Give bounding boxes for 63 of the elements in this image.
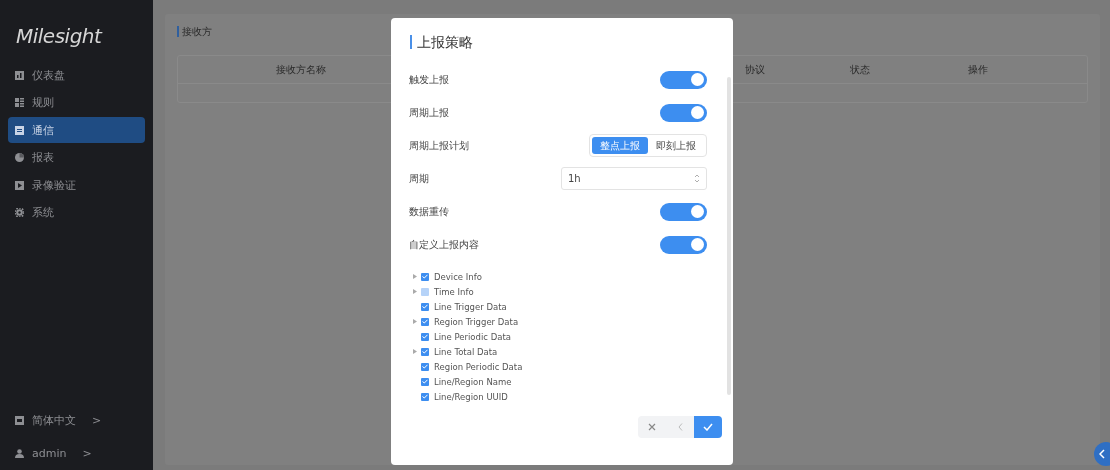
menu-item[interactable]: admin > xyxy=(8,440,145,467)
field-label: 触发上报 xyxy=(409,72,449,87)
column-header: 接收方名称 xyxy=(274,62,327,77)
nav-item[interactable]: 规则 xyxy=(8,89,145,116)
tree-item-label: Line Trigger Data xyxy=(434,301,507,312)
column-header: 操作 xyxy=(968,62,989,77)
nav-item[interactable]: 系统 xyxy=(8,199,145,226)
toggle-switch[interactable] xyxy=(660,202,707,221)
logo: Milesight xyxy=(15,23,104,50)
column-header: 协议 xyxy=(745,62,766,77)
nav-item[interactable]: 仪表盘 xyxy=(8,62,145,88)
chevron-left-icon xyxy=(1099,449,1105,459)
tree-item-label: Line Total Data xyxy=(434,346,498,357)
tree-item-label: Region Periodic Data xyxy=(434,361,523,372)
caret-icon[interactable] xyxy=(413,319,417,324)
dialog-title: 上报策略 xyxy=(410,35,733,49)
tree-item-label: Device Info xyxy=(434,271,482,282)
toggle-switch[interactable] xyxy=(660,103,707,122)
nav-item[interactable]: 通信 xyxy=(8,117,145,143)
toggle-switch[interactable] xyxy=(660,235,707,254)
language-icon xyxy=(15,415,24,425)
toggle-switch[interactable] xyxy=(660,70,707,89)
tree-item-label: Region Trigger Data xyxy=(434,316,519,327)
chevron-left-icon xyxy=(677,423,683,431)
checkbox[interactable] xyxy=(421,332,429,341)
user-icon xyxy=(15,449,24,458)
column-header: 状态 xyxy=(850,62,871,77)
card-icon xyxy=(15,125,24,135)
checkbox[interactable] xyxy=(421,362,429,371)
nav-item[interactable]: 报表 xyxy=(8,144,145,171)
field-label: 周期上报 xyxy=(409,105,449,120)
caret-icon[interactable] xyxy=(413,289,417,294)
field-label: 周期 xyxy=(409,171,429,186)
checkbox[interactable] xyxy=(421,317,429,326)
checkmark-icon xyxy=(703,423,713,431)
tree-item-label: Line/Region UUID xyxy=(434,391,508,402)
caret-icon[interactable] xyxy=(413,349,417,354)
chart-icon xyxy=(15,70,24,80)
field-label: 自定义上报内容 xyxy=(409,237,479,252)
segment-option[interactable]: 即刻上报 xyxy=(648,137,704,154)
caret-icon[interactable] xyxy=(413,274,417,279)
tree-item-label: Line Periodic Data xyxy=(434,331,511,342)
settings-icon xyxy=(15,208,24,217)
segment-option[interactable]: 整点上报 xyxy=(592,137,648,154)
grid-icon xyxy=(15,98,24,107)
tree-item-label: Line/Region Name xyxy=(434,376,512,387)
pie-chart-icon xyxy=(15,153,24,162)
close-icon xyxy=(648,423,656,431)
play-icon xyxy=(15,180,24,190)
checkbox[interactable] xyxy=(421,392,429,401)
number-input[interactable]: 1h xyxy=(561,167,707,190)
menu-item[interactable]: 简体中文 > xyxy=(8,407,145,433)
nav-item[interactable]: 录像验证 xyxy=(8,172,145,198)
tree-item-label: Time Info xyxy=(434,286,474,297)
checkbox[interactable] xyxy=(421,302,429,311)
field-label: 周期上报计划 xyxy=(409,138,469,153)
checkbox[interactable] xyxy=(421,377,429,386)
confirm-button[interactable] xyxy=(694,416,722,438)
stepper-icon[interactable] xyxy=(694,173,700,184)
field-label: 数据重传 xyxy=(409,204,449,219)
checkbox[interactable] xyxy=(421,347,429,356)
checkbox[interactable] xyxy=(421,272,429,281)
checkbox[interactable] xyxy=(421,287,429,296)
